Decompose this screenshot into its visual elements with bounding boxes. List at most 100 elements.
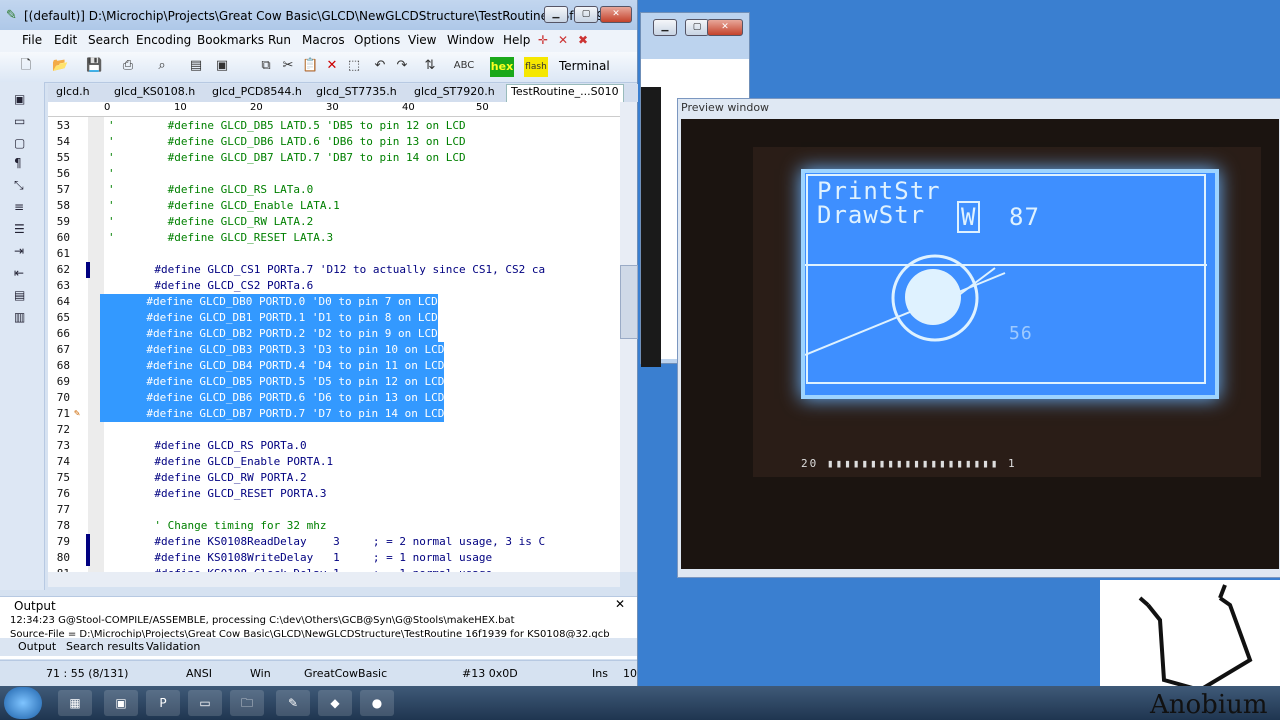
code-line[interactable]: 76 #define GLCD_RESET PORTA.3 [48, 486, 620, 502]
menu-edit[interactable]: Edit [54, 33, 77, 47]
bookmark-icon[interactable]: ✎ [74, 406, 80, 422]
code-line[interactable]: 59 ' #define GLCD_RW LATA.2 [48, 214, 620, 230]
taskbar-cmd-icon[interactable]: ▭ [188, 690, 222, 716]
code-line[interactable]: 67 #define GLCD_DB3 PORTD.3 'D3 to pin 1… [48, 342, 620, 358]
close-all-icon[interactable]: ✖ [578, 33, 588, 47]
close-button[interactable]: ✕ [707, 19, 743, 36]
side-tool-11-icon[interactable]: ▥ [14, 310, 30, 324]
code-line[interactable]: 55 ' #define GLCD_DB7 LATD.7 'DB7 to pin … [48, 150, 620, 166]
code-line[interactable]: 74 #define GLCD_Enable PORTA.1 [48, 454, 620, 470]
save-icon[interactable]: 💾 [86, 58, 102, 74]
view-icon[interactable]: ▣ [214, 58, 230, 74]
open-file-icon[interactable]: 📂 [52, 58, 68, 74]
menu-view[interactable]: View [408, 33, 436, 47]
tab-glcd-ks0108[interactable]: glcd_KS0108.h [114, 85, 195, 98]
menu-run[interactable]: Run [268, 33, 291, 47]
tab-glcd-h[interactable]: glcd.h [56, 85, 90, 98]
maximize-button[interactable]: ▢ [685, 19, 709, 36]
close-button[interactable]: ✕ [600, 6, 632, 23]
indent-icon[interactable]: ⇥ [14, 244, 30, 258]
start-button[interactable] [4, 687, 42, 719]
horizontal-scrollbar[interactable] [48, 572, 620, 587]
taskbar-powerpoint-icon[interactable]: P [146, 690, 180, 716]
pin-icon[interactable]: ✛ [538, 33, 548, 47]
code-line[interactable]: 79 #define KS0108ReadDelay 3 ; = 2 norma… [48, 534, 620, 550]
preview-window[interactable]: Preview window PrintStr DrawStr W 87 56 … [677, 98, 1280, 578]
side-tool-10-icon[interactable]: ▤ [14, 288, 30, 302]
code-line[interactable]: 68 #define GLCD_DB4 PORTD.4 'D4 to pin 1… [48, 358, 620, 374]
delete-icon[interactable]: ✕ [324, 58, 340, 74]
output-tab-validation[interactable]: Validation [146, 640, 200, 653]
code-line[interactable]: 64 #define GLCD_DB0 PORTD.0 'D0 to pin 7… [48, 294, 620, 310]
menu-file[interactable]: File [22, 33, 42, 47]
code-line[interactable]: 57 ' #define GLCD_RS LATa.0 [48, 182, 620, 198]
code-line[interactable]: 53 ' #define GLCD_DB5 LATD.5 'DB5 to pin … [48, 118, 620, 134]
hex-button[interactable]: hex [490, 57, 514, 77]
taskbar-editor-icon[interactable]: ✎ [276, 690, 310, 716]
code-line[interactable]: 80 #define KS0108WriteDelay 1 ; = 1 norm… [48, 550, 620, 566]
code-line[interactable]: 69 #define GLCD_DB5 PORTD.5 'D5 to pin 1… [48, 374, 620, 390]
code-line[interactable]: 72 [48, 422, 620, 438]
menu-bookmarks[interactable]: Bookmarks [197, 33, 264, 47]
side-tool-5-icon[interactable]: ⤡ [14, 178, 30, 192]
tab-glcd-st7735[interactable]: glcd_ST7735.h [316, 85, 397, 98]
close-doc-icon[interactable]: ✕ [558, 33, 568, 47]
title-bar[interactable]: ✎ [(default)] D:\Microchip\Projects\Grea… [0, 0, 637, 30]
output-tab-output[interactable]: Output [18, 640, 56, 653]
taskbar-app-7-icon[interactable]: ◆ [318, 690, 352, 716]
menu-macros[interactable]: Macros [302, 33, 345, 47]
minimize-button[interactable]: ▁ [653, 19, 677, 36]
copy-icon[interactable]: ⧉ [258, 58, 274, 74]
new-file-icon[interactable]: 🗋 [18, 58, 34, 74]
taskbar-app-1-icon[interactable]: ▦ [58, 690, 92, 716]
taskbar-app-8-icon[interactable]: ● [360, 690, 394, 716]
code-line[interactable]: 60 ' #define GLCD_RESET LATA.3 [48, 230, 620, 246]
select-all-icon[interactable]: ⬚ [346, 58, 362, 74]
print-icon[interactable]: ⎙ [120, 58, 136, 74]
code-line[interactable]: 78 ' Change timing for 32 mhz [48, 518, 620, 534]
paste-icon[interactable]: 📋 [302, 58, 318, 74]
outdent-icon[interactable]: ⇤ [14, 266, 30, 280]
code-line[interactable]: 62 #define GLCD_CS1 PORTa.7 'D12 to actu… [48, 262, 620, 278]
vertical-scroll-thumb[interactable] [620, 265, 638, 339]
tab-testroutine[interactable]: TestRoutine_...S010 [506, 84, 624, 102]
redo-icon[interactable]: ↷ [394, 58, 410, 74]
side-tool-3-icon[interactable]: ▢ [14, 136, 30, 150]
menu-options[interactable]: Options [354, 33, 400, 47]
code-line[interactable]: 73 #define GLCD_RS PORTa.0 [48, 438, 620, 454]
code-line[interactable]: 63 #define GLCD_CS2 PORTa.6 [48, 278, 620, 294]
taskbar-explorer-icon[interactable]: 🗀 [230, 690, 264, 716]
find-icon[interactable]: ⌕ [154, 58, 170, 74]
output-close-icon[interactable]: ✕ [615, 597, 625, 611]
code-line[interactable]: 75 #define GLCD_RW PORTA.2 [48, 470, 620, 486]
terminal-button[interactable]: Terminal [559, 59, 610, 73]
menu-window[interactable]: Window [447, 33, 494, 47]
tab-glcd-pcd8544[interactable]: glcd_PCD8544.h [212, 85, 302, 98]
output-tab-search[interactable]: Search results [66, 640, 144, 653]
code-line[interactable]: 61 [48, 246, 620, 262]
print-preview-icon[interactable]: ▤ [188, 58, 204, 74]
side-tool-1-icon[interactable]: ▣ [14, 92, 30, 106]
spellcheck-icon[interactable]: ABC [452, 58, 476, 74]
code-line[interactable]: 77 [48, 502, 620, 518]
side-tool-6-icon[interactable]: ≡ [14, 200, 30, 214]
sort-icon[interactable]: ⇅ [422, 58, 438, 74]
editor-window[interactable]: ✎ [(default)] D:\Microchip\Projects\Grea… [0, 0, 638, 720]
code-line[interactable]: 66 #define GLCD_DB2 PORTD.2 'D2 to pin 9… [48, 326, 620, 342]
flash-button[interactable]: flash [524, 57, 548, 77]
cut-icon[interactable]: ✂ [280, 58, 296, 74]
code-line[interactable]: 70 #define GLCD_DB6 PORTD.6 'D6 to pin 1… [48, 390, 620, 406]
side-tool-7-icon[interactable]: ☰ [14, 222, 30, 236]
menu-search[interactable]: Search [88, 33, 129, 47]
taskbar-app-2-icon[interactable]: ▣ [104, 690, 138, 716]
code-line[interactable]: 65 #define GLCD_DB1 PORTD.1 'D1 to pin 8… [48, 310, 620, 326]
minimize-button[interactable]: ▁ [544, 6, 568, 23]
code-line[interactable]: 54 ' #define GLCD_DB6 LATD.6 'DB6 to pin … [48, 134, 620, 150]
menu-help[interactable]: Help [503, 33, 530, 47]
undo-icon[interactable]: ↶ [372, 58, 388, 74]
code-line[interactable]: 58 ' #define GLCD_Enable LATA.1 [48, 198, 620, 214]
code-line[interactable]: 71 ✎ #define GLCD_DB7 PORTD.7 'D7 to pin … [48, 406, 620, 422]
maximize-button[interactable]: ▢ [574, 6, 598, 23]
menu-encoding[interactable]: Encoding [136, 33, 191, 47]
pilcrow-icon[interactable]: ¶ [14, 156, 30, 170]
